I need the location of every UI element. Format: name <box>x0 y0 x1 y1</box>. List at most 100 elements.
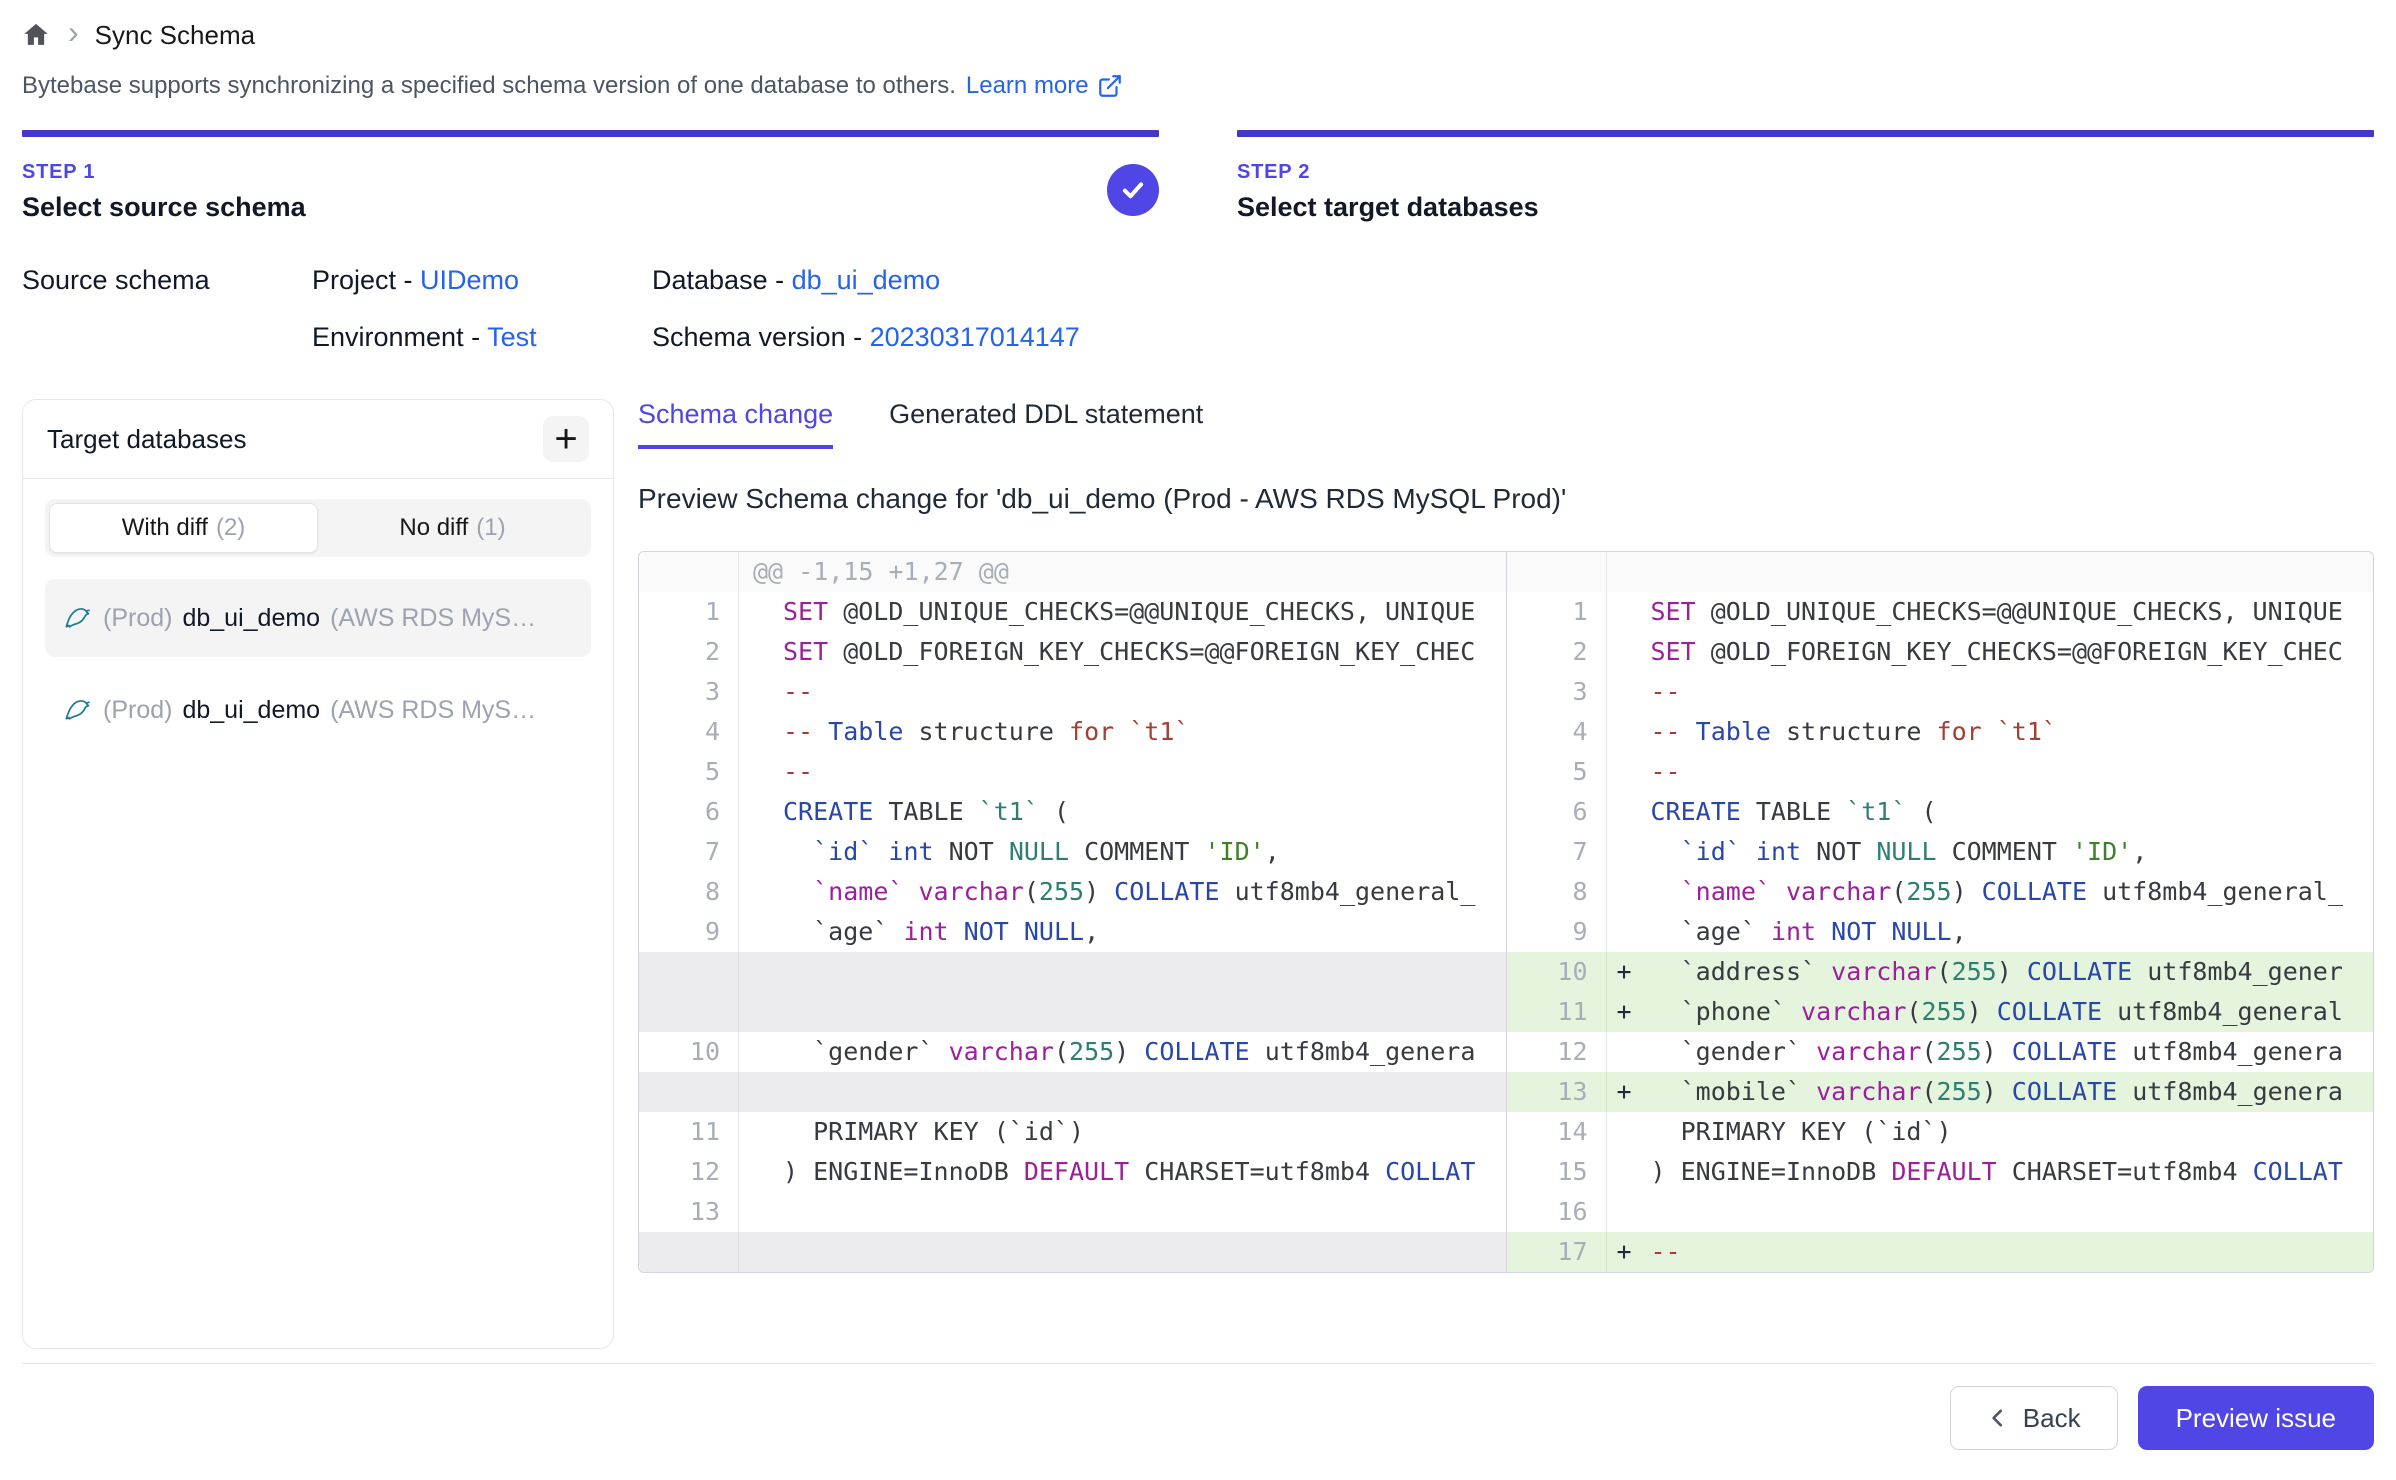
source-schema-summary: Source schema Project - UIDemo Database … <box>22 265 2374 353</box>
diff-line-number: 8 <box>639 872 739 912</box>
external-link-icon <box>1097 73 1123 99</box>
diff-change-marker <box>739 1112 783 1152</box>
diff-change-marker <box>1607 872 1651 912</box>
step-2-title: Select target databases <box>1237 192 2374 223</box>
tab-with-diff[interactable]: With diff (2) <box>49 503 318 553</box>
version-cell: Schema version - 20230317014147 <box>652 322 2374 353</box>
diff-line-number: 12 <box>1507 1032 1607 1072</box>
diff-code-line: -- <box>1651 672 2374 712</box>
sync-schema-page: › Sync Schema Bytebase supports synchron… <box>0 0 2396 1450</box>
tab-schema-change[interactable]: Schema change <box>638 399 833 449</box>
diff-line-number: 11 <box>1507 992 1607 1032</box>
step-1-bar <box>22 130 1159 137</box>
diff-row <box>1507 552 2374 592</box>
diff-line-number <box>1507 552 1607 592</box>
diff-line-number: 15 <box>1507 1152 1607 1192</box>
diff-change-marker <box>739 912 783 952</box>
tab-generated-ddl[interactable]: Generated DDL statement <box>889 399 1203 449</box>
diff-change-marker <box>739 752 783 792</box>
diff-change-marker <box>1607 752 1651 792</box>
diff-left-pane: @@ -1,15 +1,27 @@1 SET @OLD_UNIQUE_CHECKS… <box>639 552 1506 1272</box>
preview-title: Preview Schema change for 'db_ui_demo (P… <box>638 483 2374 515</box>
diff-line-number: 5 <box>1507 752 1607 792</box>
diff-line-number: 10 <box>639 1032 739 1072</box>
diff-row: 13+ `mobile` varchar(255) COLLATE utf8mb… <box>1507 1072 2374 1112</box>
tab-no-diff[interactable]: No diff (1) <box>318 503 587 553</box>
db-name: db_ui_demo <box>182 604 320 633</box>
diff-row: 15) ENGINE=InnoDB DEFAULT CHARSET=utf8mb… <box>1507 1152 2374 1192</box>
diff-code-line: `phone` varchar(255) COLLATE utf8mb4_gen… <box>1651 992 2374 1032</box>
diff-change-marker <box>1607 1192 1651 1232</box>
diff-code-line: `id` int NOT NULL COMMENT 'ID', <box>783 832 1506 872</box>
schema-diff-viewer[interactable]: @@ -1,15 +1,27 @@1 SET @OLD_UNIQUE_CHECKS… <box>638 551 2374 1273</box>
home-icon[interactable] <box>22 20 52 50</box>
db-environment: (Prod) <box>103 604 172 633</box>
diff-row: 13 <box>639 1192 1506 1232</box>
preview-issue-button[interactable]: Preview issue <box>2138 1386 2374 1450</box>
diff-row <box>639 952 1506 992</box>
diff-line-number <box>639 1072 739 1112</box>
diff-code-line: -- <box>1651 1232 2374 1272</box>
diff-line-number <box>639 552 739 592</box>
diff-line-number: 9 <box>1507 912 1607 952</box>
database-link[interactable]: db_ui_demo <box>792 265 941 295</box>
diff-code-line: -- <box>783 752 1506 792</box>
diff-line-number: 3 <box>1507 672 1607 712</box>
diff-line-number: 9 <box>639 912 739 952</box>
diff-row: 5-- <box>1507 752 2374 792</box>
step-2-label: STEP 2 <box>1237 161 2374 184</box>
back-button[interactable]: Back <box>1950 1386 2118 1450</box>
diff-change-marker <box>1607 792 1651 832</box>
schema-version-link[interactable]: 20230317014147 <box>870 322 1080 352</box>
tab-no-diff-count: (1) <box>476 514 505 542</box>
diff-code-line <box>783 1072 1506 1112</box>
diff-change-marker <box>739 1032 783 1072</box>
diff-row: 3-- <box>639 672 1506 712</box>
page-description: Bytebase supports synchronizing a specif… <box>22 72 2374 100</box>
diff-code-line: SET @OLD_UNIQUE_CHECKS=@@UNIQUE_CHECKS, … <box>783 592 1506 632</box>
back-button-label: Back <box>2023 1403 2081 1434</box>
target-databases-panel: Target databases + With diff (2) No diff… <box>22 399 614 1349</box>
diff-code-line: PRIMARY KEY (`id`) <box>1651 1112 2374 1152</box>
diff-code-line: PRIMARY KEY (`id`) <box>783 1112 1506 1152</box>
diff-change-marker <box>739 792 783 832</box>
diff-change-marker <box>739 1152 783 1192</box>
diff-row: 4-- Table structure for `t1` <box>1507 712 2374 752</box>
target-database-list: (Prod) db_ui_demo (AWS RDS MyS… (Prod) d… <box>45 579 591 749</box>
add-target-database-button[interactable]: + <box>543 416 589 462</box>
db-environment: (Prod) <box>103 696 172 725</box>
diff-line-number: 2 <box>1507 632 1607 672</box>
mysql-icon <box>61 602 93 634</box>
diff-code-line <box>783 992 1506 1032</box>
diff-row: 6CREATE TABLE `t1` ( <box>1507 792 2374 832</box>
diff-code-line: -- Table structure for `t1` <box>1651 712 2374 752</box>
diff-code-line <box>1651 1192 2374 1232</box>
source-schema-label: Source schema <box>22 265 312 296</box>
database-cell: Database - db_ui_demo <box>652 265 2374 296</box>
diff-change-marker: + <box>1607 992 1651 1032</box>
diff-change-marker <box>1607 672 1651 712</box>
list-item-db-0[interactable]: (Prod) db_ui_demo (AWS RDS MyS… <box>45 579 591 657</box>
tab-no-diff-label: No diff <box>399 514 468 542</box>
footer-actions: Back Preview issue <box>22 1386 2374 1450</box>
learn-more-link[interactable]: Learn more <box>966 72 1123 100</box>
diff-row: 4-- Table structure for `t1` <box>639 712 1506 752</box>
list-item-db-1[interactable]: (Prod) db_ui_demo (AWS RDS MyS… <box>45 671 591 749</box>
diff-code-line: SET @OLD_FOREIGN_KEY_CHECKS=@@FOREIGN_KE… <box>1651 632 2374 672</box>
footer-divider <box>22 1363 2374 1364</box>
diff-change-marker <box>1607 1112 1651 1152</box>
diff-row: 6CREATE TABLE `t1` ( <box>639 792 1506 832</box>
diff-code-line: -- Table structure for `t1` <box>783 712 1506 752</box>
diff-change-marker <box>1607 632 1651 672</box>
diff-line-number: 1 <box>639 592 739 632</box>
diff-code-line: -- <box>783 672 1506 712</box>
diff-line-number <box>639 992 739 1032</box>
diff-line-number: 7 <box>639 832 739 872</box>
diff-row: @@ -1,15 +1,27 @@ <box>639 552 1506 592</box>
project-link[interactable]: UIDemo <box>420 265 519 295</box>
environment-link[interactable]: Test <box>487 322 537 352</box>
diff-line-number: 6 <box>1507 792 1607 832</box>
diff-row: 2 SET @OLD_FOREIGN_KEY_CHECKS=@@FOREIGN_K… <box>1507 632 2374 672</box>
diff-hunk-header: @@ -1,15 +1,27 @@ <box>739 552 1506 592</box>
diff-line-number: 13 <box>639 1192 739 1232</box>
